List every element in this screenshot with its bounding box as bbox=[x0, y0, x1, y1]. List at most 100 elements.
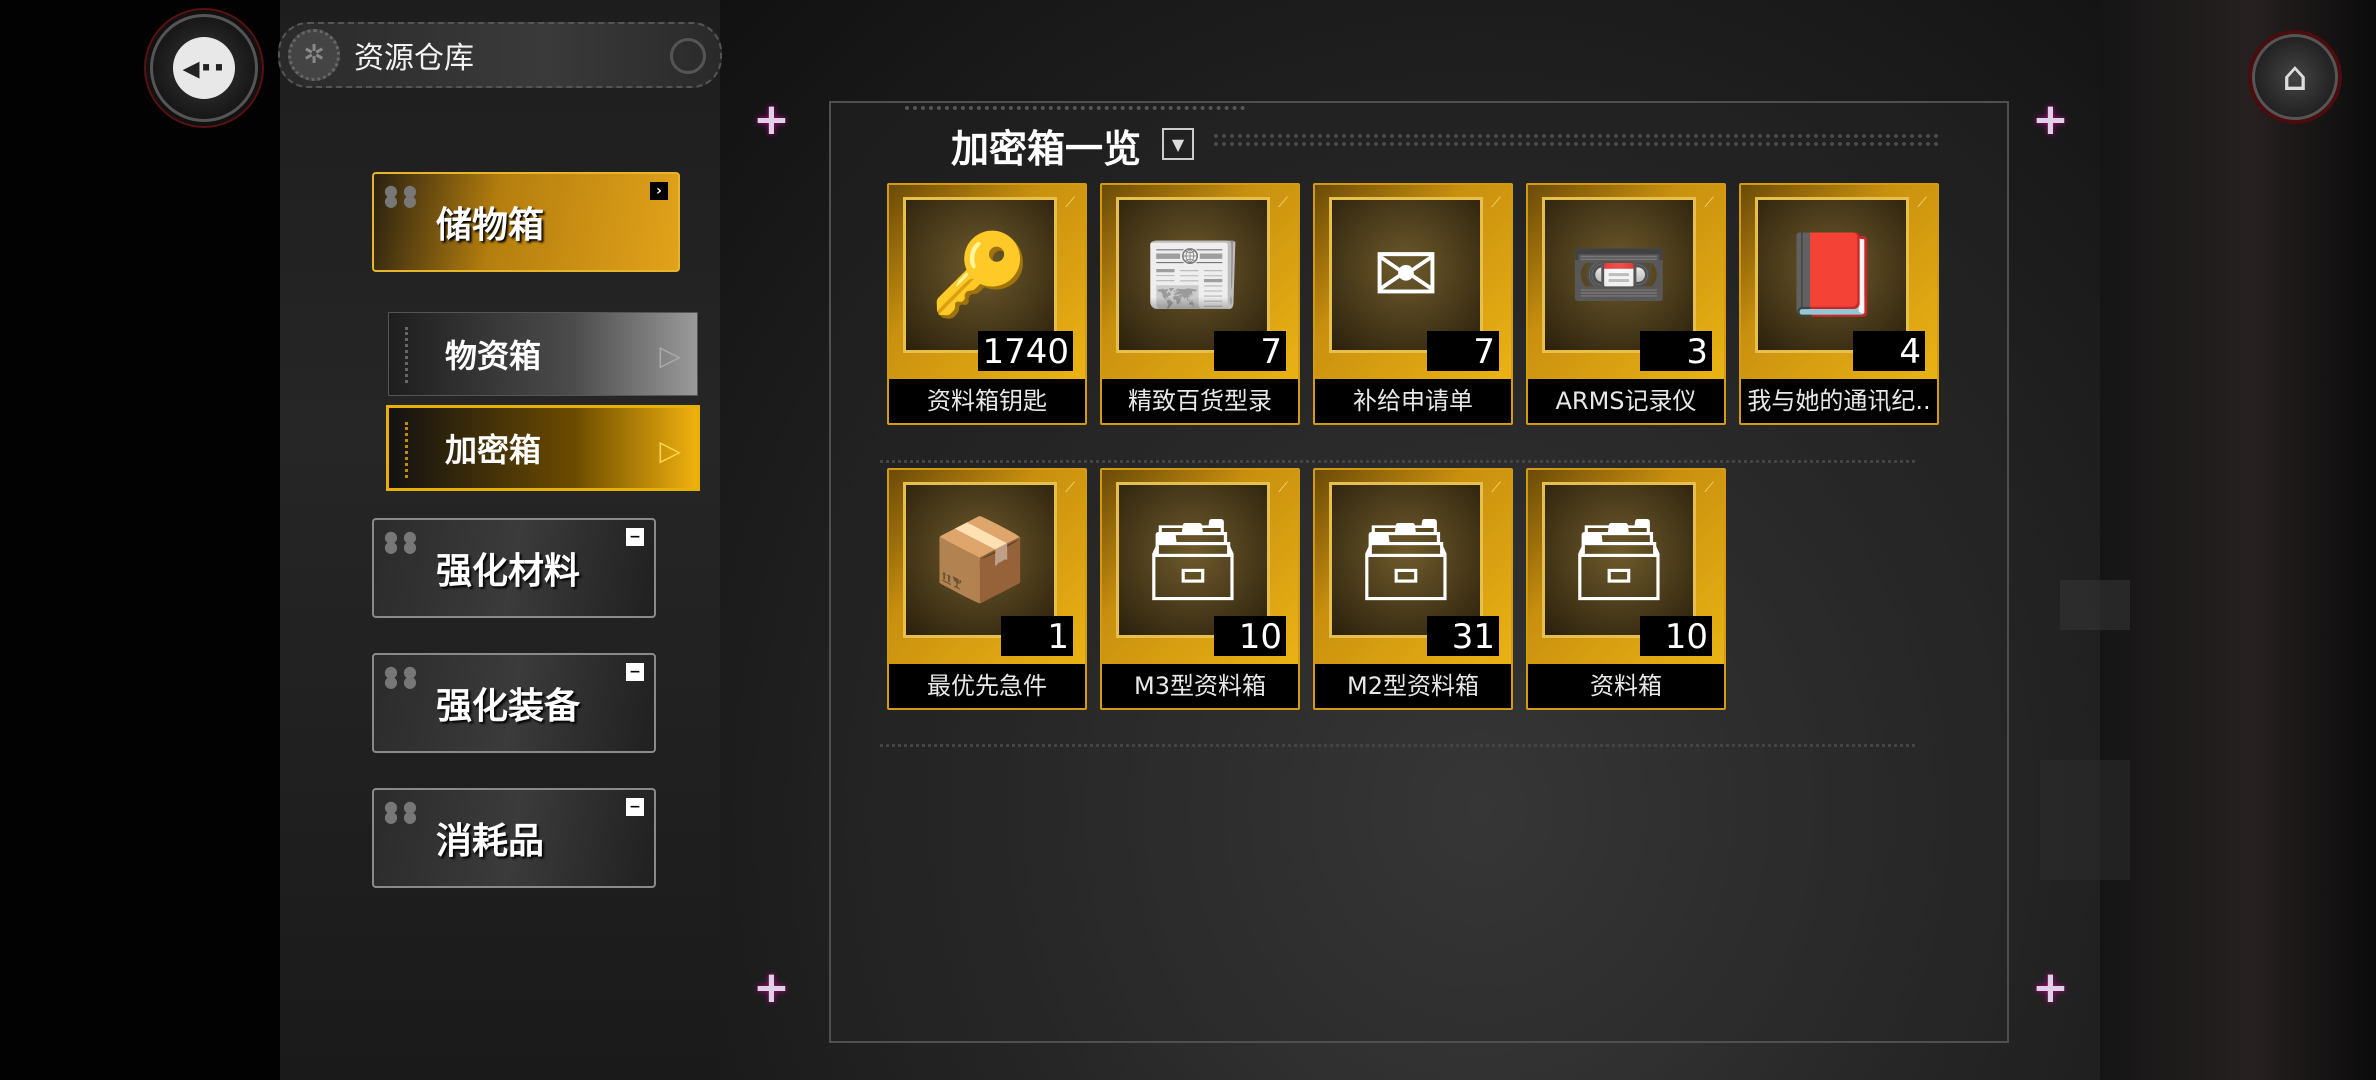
item-count: 1 bbox=[1001, 616, 1073, 657]
card-frame: 📰 ⟋ 7 精致百货型录 bbox=[1100, 183, 1300, 425]
item-art: 🗃 bbox=[1329, 482, 1483, 638]
item-name: 资料箱钥匙 bbox=[889, 379, 1085, 423]
crate-icon: 🗃 bbox=[1568, 513, 1670, 606]
minus-icon: − bbox=[626, 798, 644, 816]
sub-tab-encrypted-box[interactable]: 加密箱 ▷ bbox=[386, 405, 700, 491]
chevron-right-icon: › bbox=[650, 182, 668, 200]
plus-marker-icon: + bbox=[753, 962, 790, 1013]
item-count: 7 bbox=[1214, 331, 1286, 372]
envelope-icon: ✉ bbox=[1372, 228, 1440, 321]
minus-icon: − bbox=[626, 663, 644, 681]
item-art: 🔑 bbox=[903, 197, 1057, 353]
item-card[interactable]: 🗃 ⟋ 10 资料箱 bbox=[1526, 468, 1726, 710]
item-name: 精致百货型录 bbox=[1102, 379, 1298, 423]
category-label: 强化材料 bbox=[436, 550, 581, 592]
item-art: 📰 bbox=[1116, 197, 1270, 353]
row-divider bbox=[880, 744, 1915, 747]
background-decoration bbox=[2060, 580, 2130, 630]
dotted-decoration bbox=[1212, 132, 1942, 150]
item-count: 3 bbox=[1640, 331, 1712, 372]
card-frame: 📕 ⟋ 4 我与她的通讯纪.. bbox=[1739, 183, 1939, 425]
item-card[interactable]: ✉ ⟋ 7 补给申请单 bbox=[1313, 183, 1513, 425]
arrow-right-icon: ▷ bbox=[659, 434, 681, 467]
page-title-bar: ✲ 资源仓库 bbox=[278, 22, 722, 88]
corner-mark-icon: ⟋ bbox=[1917, 195, 1927, 211]
item-art: 🗃 bbox=[1116, 482, 1270, 638]
category-enhance-material[interactable]: ● ● ● ● 强化材料 − bbox=[372, 518, 656, 618]
sub-tab-supply-box[interactable]: 物资箱 ▷ bbox=[388, 312, 698, 396]
page-title: 资源仓库 bbox=[354, 41, 474, 76]
back-button[interactable]: ◂·· bbox=[150, 14, 258, 122]
item-art: 📦 bbox=[903, 482, 1057, 638]
item-card[interactable]: 🗃 ⟋ 31 M2型资料箱 bbox=[1313, 468, 1513, 710]
card-frame: 📼 ⟋ 3 ARMS记录仪 bbox=[1526, 183, 1726, 425]
plus-marker-icon: + bbox=[2032, 962, 2069, 1013]
corner-mark-icon: ⟋ bbox=[1491, 480, 1501, 496]
catalog-icon: 📰 bbox=[1143, 228, 1243, 321]
item-name: 补给申请单 bbox=[1315, 379, 1511, 423]
item-art: 📼 bbox=[1542, 197, 1696, 353]
chevron-down-icon: ▼ bbox=[1171, 134, 1185, 154]
panel-notch-decoration bbox=[905, 92, 1245, 110]
gear-icon: ✲ bbox=[288, 29, 340, 81]
crate-icon: 🗃 bbox=[1142, 513, 1244, 606]
urgent-package-icon: 📦 bbox=[930, 513, 1030, 606]
row-divider bbox=[880, 460, 1915, 463]
minus-icon: − bbox=[626, 528, 644, 546]
crate-icon: 🗃 bbox=[1355, 513, 1457, 606]
dots-icon: ● ● ● ● bbox=[384, 797, 418, 826]
item-count: 1740 bbox=[978, 331, 1073, 372]
corner-mark-icon: ⟋ bbox=[1278, 195, 1288, 211]
item-card[interactable]: 🗃 ⟋ 10 M3型资料箱 bbox=[1100, 468, 1300, 710]
corner-mark-icon: ⟋ bbox=[1065, 480, 1075, 496]
item-name: M2型资料箱 bbox=[1315, 664, 1511, 708]
card-frame: 🗃 ⟋ 10 M3型资料箱 bbox=[1100, 468, 1300, 710]
title-bar-end-ornament bbox=[670, 38, 706, 74]
item-name: 最优先急件 bbox=[889, 664, 1085, 708]
item-name: M3型资料箱 bbox=[1102, 664, 1298, 708]
category-consumables[interactable]: ● ● ● ● 消耗品 − bbox=[372, 788, 656, 888]
card-frame: 🔑 ⟋ 1740 资料箱钥匙 bbox=[887, 183, 1087, 425]
plus-marker-icon: + bbox=[753, 94, 790, 145]
grip-icon bbox=[405, 422, 416, 478]
background-right bbox=[2100, 0, 2376, 1080]
card-frame: 🗃 ⟋ 31 M2型资料箱 bbox=[1313, 468, 1513, 710]
category-enhance-equipment[interactable]: ● ● ● ● 强化装备 − bbox=[372, 653, 656, 753]
notebook-icon: 📕 bbox=[1782, 228, 1882, 321]
recorder-icon: 📼 bbox=[1569, 228, 1669, 321]
item-count: 10 bbox=[1214, 616, 1286, 657]
dots-icon: ● ● ● ● bbox=[384, 662, 418, 691]
item-art: 🗃 bbox=[1542, 482, 1696, 638]
category-label: 强化装备 bbox=[436, 685, 581, 727]
dropdown-toggle[interactable]: ▼ bbox=[1162, 128, 1194, 160]
key-tag-icon: 🔑 bbox=[930, 228, 1030, 321]
item-name: 我与她的通讯纪.. bbox=[1741, 379, 1937, 423]
home-icon: ⌂ bbox=[2282, 54, 2308, 100]
item-art: 📕 bbox=[1755, 197, 1909, 353]
item-card[interactable]: 🔑 ⟋ 1740 资料箱钥匙 bbox=[887, 183, 1087, 425]
corner-mark-icon: ⟋ bbox=[1065, 195, 1075, 211]
arrow-right-icon: ▷ bbox=[659, 339, 681, 372]
category-storage-box[interactable]: ● ● ● ● 储物箱 › bbox=[372, 172, 680, 272]
home-button[interactable]: ⌂ bbox=[2252, 34, 2338, 120]
card-frame: ✉ ⟋ 7 补给申请单 bbox=[1313, 183, 1513, 425]
item-card[interactable]: 📦 ⟋ 1 最优先急件 bbox=[887, 468, 1087, 710]
item-name: ARMS记录仪 bbox=[1528, 379, 1724, 423]
corner-mark-icon: ⟋ bbox=[1704, 195, 1714, 211]
grip-icon bbox=[405, 327, 416, 383]
category-label: 消耗品 bbox=[436, 820, 545, 862]
item-count: 10 bbox=[1640, 616, 1712, 657]
corner-mark-icon: ⟋ bbox=[1491, 195, 1501, 211]
item-card[interactable]: 📼 ⟋ 3 ARMS记录仪 bbox=[1526, 183, 1726, 425]
item-count: 31 bbox=[1427, 616, 1499, 657]
card-frame: 📦 ⟋ 1 最优先急件 bbox=[887, 468, 1087, 710]
sub-tab-label: 物资箱 bbox=[445, 337, 542, 375]
corner-mark-icon: ⟋ bbox=[1704, 480, 1714, 496]
item-name: 资料箱 bbox=[1528, 664, 1724, 708]
panel-title: 加密箱一览 bbox=[951, 126, 1142, 171]
dots-icon: ● ● ● ● bbox=[384, 181, 418, 210]
background-decoration bbox=[2040, 760, 2130, 880]
item-card[interactable]: 📕 ⟋ 4 我与她的通讯纪.. bbox=[1739, 183, 1939, 425]
item-card[interactable]: 📰 ⟋ 7 精致百货型录 bbox=[1100, 183, 1300, 425]
card-frame: 🗃 ⟋ 10 资料箱 bbox=[1526, 468, 1726, 710]
